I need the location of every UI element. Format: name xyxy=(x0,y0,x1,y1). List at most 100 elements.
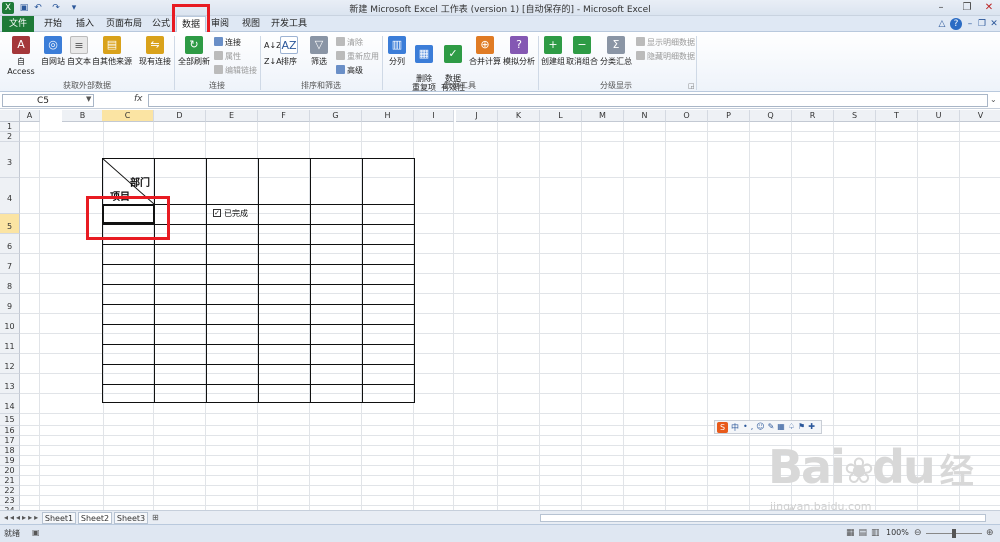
from-access-button[interactable]: A 自 Access xyxy=(3,36,39,76)
from-other-sources-button[interactable]: ▤ 自其他来源 xyxy=(92,36,132,67)
formula-input[interactable] xyxy=(148,94,988,107)
row-header-19[interactable]: 19 xyxy=(0,456,20,466)
consolidate-button[interactable]: ⊕ 合并计算 xyxy=(468,36,502,67)
show-detail-button[interactable]: 显示明细数据 xyxy=(636,37,695,48)
expand-formula-icon[interactable]: ⌄ xyxy=(990,95,997,104)
ime-lang-toggle[interactable]: 中 xyxy=(731,422,739,433)
column-header-b[interactable]: B xyxy=(62,110,104,122)
insert-function-icon[interactable]: fx xyxy=(134,94,143,104)
from-text-button[interactable]: ≡ 自文本 xyxy=(66,36,92,67)
column-header-k[interactable]: K xyxy=(498,110,540,122)
sheet-tab-2[interactable]: Sheet2 xyxy=(78,512,112,524)
column-header-g[interactable]: G xyxy=(310,110,362,122)
name-box[interactable]: C5 xyxy=(2,94,94,107)
row-header-13[interactable]: 13 xyxy=(0,374,20,394)
row-header-8[interactable]: 8 xyxy=(0,274,20,294)
zoom-slider-thumb[interactable] xyxy=(952,529,956,538)
column-header-r[interactable]: R xyxy=(792,110,834,122)
column-header-s[interactable]: S xyxy=(834,110,876,122)
ungroup-button[interactable]: − 取消组合 xyxy=(566,36,598,67)
zoom-level[interactable]: 100% xyxy=(886,528,909,537)
subtotal-button[interactable]: Σ 分类汇总 xyxy=(600,36,632,67)
customize-icon[interactable]: ▾ xyxy=(68,2,80,14)
properties-button[interactable]: 属性 xyxy=(214,51,241,62)
row-header-4[interactable]: 4 xyxy=(0,178,20,214)
save-icon[interactable]: ▣ xyxy=(18,2,30,14)
column-header-o[interactable]: O xyxy=(666,110,708,122)
edit-links-button[interactable]: 编辑链接 xyxy=(214,65,257,76)
column-header-n[interactable]: N xyxy=(624,110,666,122)
column-header-c[interactable]: C xyxy=(102,110,154,122)
sheet-tab-1[interactable]: Sheet1 xyxy=(42,512,76,524)
column-header-f[interactable]: F xyxy=(258,110,310,122)
column-header-a[interactable]: A xyxy=(20,110,40,122)
column-header-h[interactable]: H xyxy=(362,110,414,122)
minimize-icon[interactable]: – xyxy=(928,1,954,14)
column-header-p[interactable]: P xyxy=(708,110,750,122)
collapse-ribbon-icon[interactable]: △ xyxy=(936,18,948,30)
row-header-6[interactable]: 6 xyxy=(0,234,20,254)
restore-workbook-icon[interactable]: ❐ xyxy=(976,18,988,30)
view-mode-icons[interactable]: ▦▤▥ xyxy=(846,528,884,538)
column-header-v[interactable]: V xyxy=(960,110,1000,122)
row-header-2[interactable]: 2 xyxy=(0,132,20,142)
hide-detail-button[interactable]: 隐藏明细数据 xyxy=(636,51,695,62)
tab-view[interactable]: 视图 xyxy=(236,16,266,32)
clear-button[interactable]: 清除 xyxy=(336,37,363,48)
sogou-logo-icon[interactable]: S xyxy=(717,422,728,433)
zoom-in-icon[interactable]: ⊕ xyxy=(986,528,994,538)
column-header-u[interactable]: U xyxy=(918,110,960,122)
row-header-17[interactable]: 17 xyxy=(0,436,20,446)
sort-button[interactable]: AZ 排序 xyxy=(278,36,300,67)
row-header-3[interactable]: 3 xyxy=(0,142,20,178)
filter-button[interactable]: ▽ 筛选 xyxy=(308,36,330,67)
ime-toolbar[interactable]: S 中 •,☺✎▦♤⚑✚ xyxy=(714,420,822,434)
row-header-16[interactable]: 16 xyxy=(0,426,20,436)
redo-icon[interactable]: ↷ xyxy=(50,2,62,14)
completed-checkbox[interactable]: ✓ xyxy=(213,209,221,217)
undo-icon[interactable]: ↶ xyxy=(32,2,44,14)
reapply-button[interactable]: 重新应用 xyxy=(336,51,379,62)
row-header-22[interactable]: 22 xyxy=(0,486,20,496)
new-sheet-icon[interactable]: ⊞ xyxy=(152,513,159,522)
tab-insert[interactable]: 插入 xyxy=(70,16,100,32)
column-header-t[interactable]: T xyxy=(876,110,918,122)
row-header-21[interactable]: 21 xyxy=(0,476,20,486)
existing-connections-button[interactable]: ⇋ 现有连接 xyxy=(138,36,172,67)
column-header-j[interactable]: J xyxy=(456,110,498,122)
column-header-e[interactable]: E xyxy=(206,110,258,122)
ime-tools-icons[interactable]: •,☺✎▦♤⚑✚ xyxy=(743,422,818,431)
column-header-l[interactable]: L xyxy=(540,110,582,122)
column-header-d[interactable]: D xyxy=(154,110,206,122)
name-box-dropdown-icon[interactable]: ▼ xyxy=(86,95,91,103)
zoom-out-icon[interactable]: ⊖ xyxy=(914,528,922,538)
column-header-i[interactable]: I xyxy=(414,110,454,122)
tab-page-layout[interactable]: 页面布局 xyxy=(102,16,146,32)
dialog-launcher-icon[interactable]: ◲ xyxy=(688,82,695,90)
row-header-9[interactable]: 9 xyxy=(0,294,20,314)
help-icon[interactable]: ? xyxy=(950,18,962,30)
connections-button[interactable]: 连接 xyxy=(214,37,241,48)
row-header-11[interactable]: 11 xyxy=(0,334,20,354)
excel-logo-icon[interactable]: X xyxy=(2,2,14,14)
from-web-button[interactable]: ◎ 自网站 xyxy=(40,36,66,67)
row-header-10[interactable]: 10 xyxy=(0,314,20,334)
row-header-15[interactable]: 15 xyxy=(0,414,20,426)
sheet-nav-icons[interactable]: ◂◂◂▸▸▸ xyxy=(4,513,40,522)
worksheet-grid[interactable]: ABCDEFGHIJKLMNOPQRSTUV 1 2 3 4 5 6 7 8 9 10 11 12 13… xyxy=(0,110,1000,510)
sheet-tab-3[interactable]: Sheet3 xyxy=(114,512,148,524)
horizontal-scrollbar[interactable] xyxy=(540,514,986,522)
tab-home[interactable]: 开始 xyxy=(38,16,68,32)
tab-file[interactable]: 文件 xyxy=(2,16,34,32)
row-header-1[interactable]: 1 xyxy=(0,122,20,132)
macro-record-icon[interactable]: ▣ xyxy=(32,528,40,537)
row-header-14[interactable]: 14 xyxy=(0,394,20,414)
select-all-corner[interactable] xyxy=(0,110,20,122)
tab-review[interactable]: 审阅 xyxy=(206,16,234,32)
refresh-all-button[interactable]: ↻ 全部刷新 xyxy=(178,36,210,67)
row-header-5[interactable]: 5 xyxy=(0,214,20,234)
row-header-18[interactable]: 18 xyxy=(0,446,20,456)
close-icon[interactable]: ✕ xyxy=(976,1,1000,14)
row-header-23[interactable]: 23 xyxy=(0,496,20,506)
close-workbook-icon[interactable]: ✕ xyxy=(988,18,1000,30)
